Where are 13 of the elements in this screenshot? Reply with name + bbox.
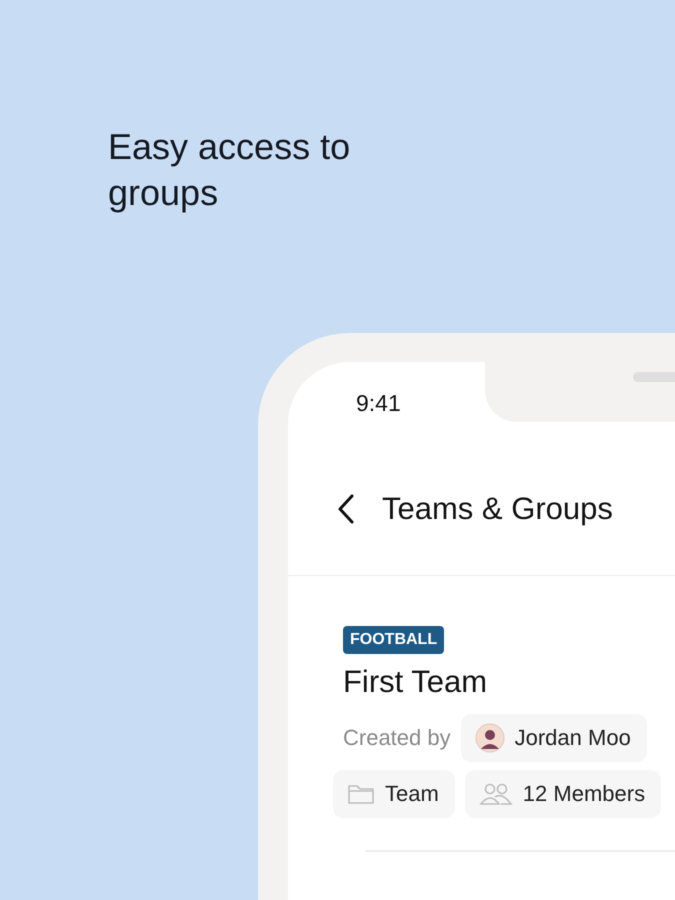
type-chip[interactable]: Team bbox=[333, 770, 455, 818]
status-time: 9:41 bbox=[356, 390, 401, 416]
people-icon bbox=[478, 782, 513, 806]
page-title: Teams & Groups bbox=[382, 490, 613, 526]
headline: Easy access to groups bbox=[108, 125, 352, 215]
sport-tag: FOOTBALL bbox=[343, 626, 444, 654]
back-icon[interactable] bbox=[336, 494, 356, 524]
creator-chip[interactable]: Jordan Moo bbox=[460, 714, 647, 762]
members-chip[interactable]: 12 Members bbox=[464, 770, 662, 818]
avatar-icon bbox=[474, 723, 505, 753]
folder-icon bbox=[347, 783, 375, 805]
created-by-label: Created by bbox=[343, 725, 451, 751]
group-name: First Team bbox=[343, 664, 488, 700]
